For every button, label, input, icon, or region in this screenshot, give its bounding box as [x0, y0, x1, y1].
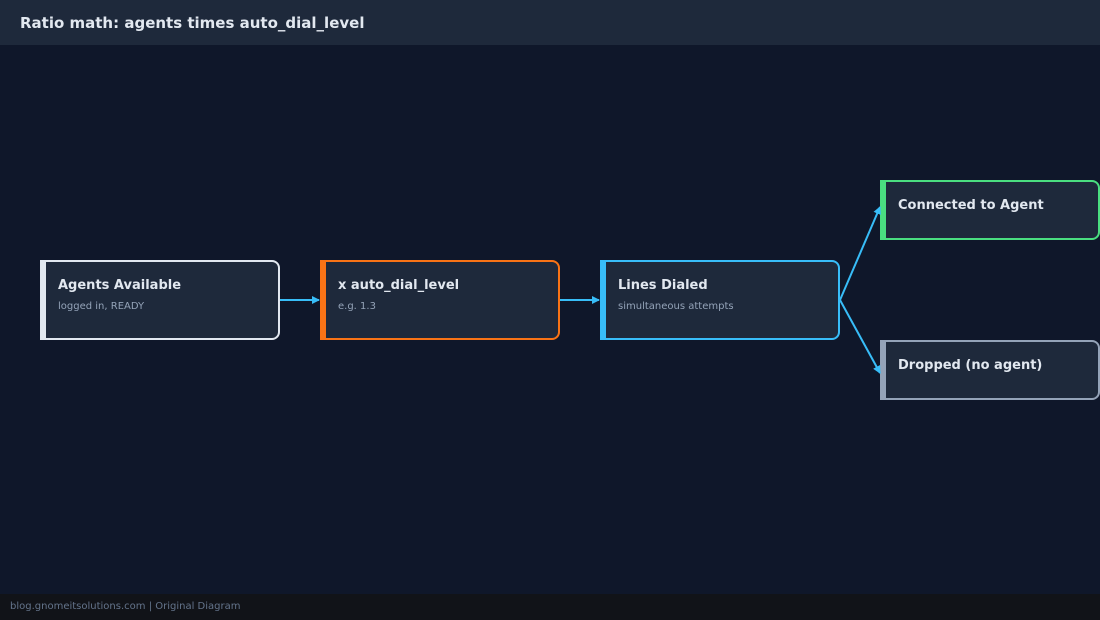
node-auto-dial-level: x auto_dial_level e.g. 1.3: [320, 260, 560, 340]
node-lines-dialed: Lines Dialed simultaneous attempts: [600, 260, 840, 340]
node-agents-available: Agents Available logged in, READY: [40, 260, 280, 340]
node-dropped-no-agent: Dropped (no agent): [880, 340, 1100, 400]
node-connected-to-agent: Connected to Agent: [880, 180, 1100, 240]
node-title: x auto_dial_level: [338, 278, 460, 293]
node-subtitle: simultaneous attempts: [618, 301, 734, 312]
node-subtitle: logged in, READY: [58, 301, 145, 312]
node-title: Dropped (no agent): [898, 358, 1043, 373]
page-title: Ratio math: agents times auto_dial_level: [20, 14, 365, 32]
node-title: Agents Available: [58, 278, 182, 293]
node-subtitle: e.g. 1.3: [338, 301, 376, 312]
footer-credit: blog.gnomeitsolutions.com | Original Dia…: [10, 601, 241, 612]
node-title: Lines Dialed: [618, 278, 708, 293]
node-title: Connected to Agent: [898, 198, 1044, 213]
footer-bar: blog.gnomeitsolutions.com | Original Dia…: [0, 594, 1100, 620]
header-bar: Ratio math: agents times auto_dial_level: [0, 0, 1100, 45]
